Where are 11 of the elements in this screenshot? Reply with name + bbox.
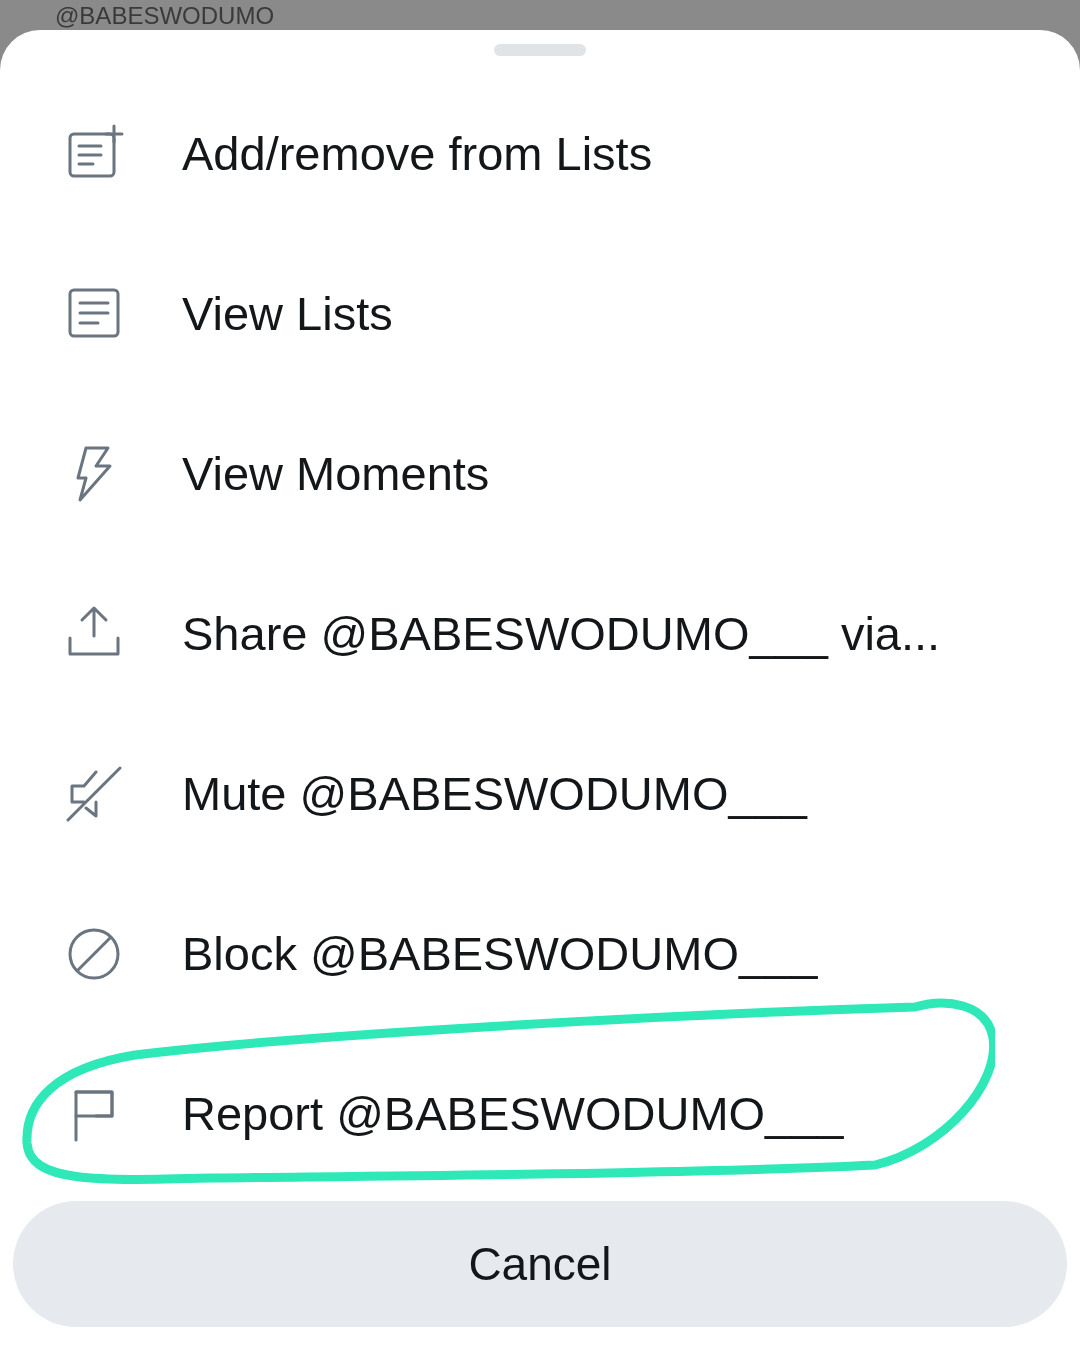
menu-item[interactable]: Add/remove from Lists — [0, 73, 1080, 233]
username: @BABESWODUMO — [55, 2, 275, 30]
menu-item[interactable]: Mute @BABESWODUMO___ — [0, 713, 1080, 873]
mute-icon — [66, 764, 124, 822]
drag-handle[interactable] — [494, 44, 586, 56]
menu-item[interactable]: Share @BABESWODUMO___ via... — [0, 553, 1080, 713]
menu-item[interactable]: View Moments — [0, 393, 1080, 553]
menu-item[interactable]: Report @BABESWODUMO___ — [0, 1033, 1080, 1193]
menu-item[interactable]: View Lists — [0, 233, 1080, 393]
menu-item[interactable]: Block @BABESWODUMO___ — [0, 873, 1080, 1033]
cancel-button[interactable]: Cancel — [13, 1201, 1067, 1327]
